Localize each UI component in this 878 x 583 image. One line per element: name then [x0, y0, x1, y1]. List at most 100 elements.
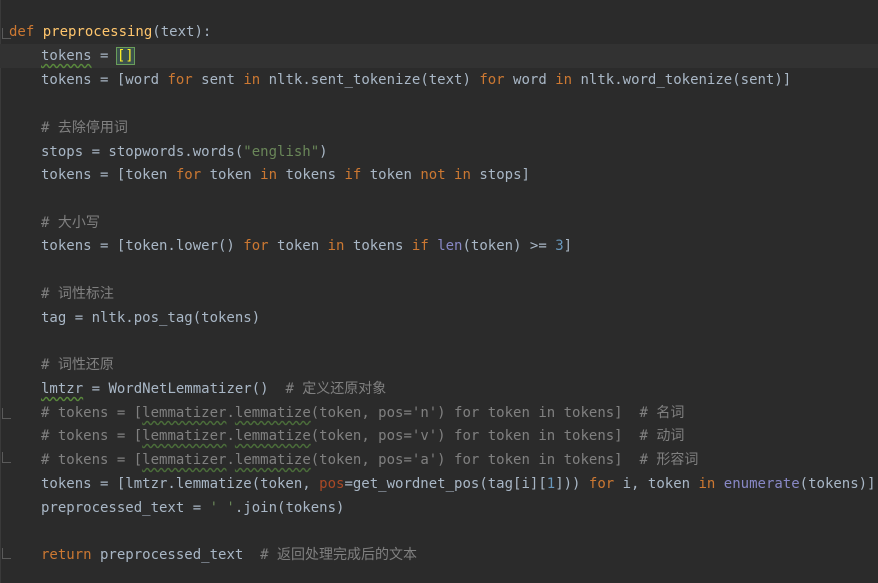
code-token: lemmatizer — [142, 428, 227, 444]
code-token: ' ' — [209, 500, 235, 516]
code-token: for — [479, 72, 505, 88]
code-token: token — [361, 167, 421, 183]
code-line[interactable]: # 词性还原 — [0, 353, 878, 377]
code-token: lemmatize — [234, 428, 311, 444]
code-token: word — [504, 72, 556, 88]
code-token: (token, pos='v') for token in tokens] # … — [310, 428, 685, 444]
code-token: lemmatizer — [142, 452, 227, 468]
code-token: stops = stopwords.words( — [41, 144, 244, 160]
code-token: i, token — [614, 476, 699, 492]
code-token: token — [201, 167, 261, 183]
code-line[interactable]: # tokens = [lemmatizer.lemmatize(token, … — [0, 401, 878, 425]
code-token: preprocessed_text — [91, 547, 261, 563]
code-line[interactable]: # 去除停用词 — [0, 116, 878, 140]
code-token: (token) >= — [462, 238, 556, 254]
code-line[interactable]: def preprocessing(text): — [0, 20, 878, 44]
code-editor[interactable]: def preprocessing(text): tokens = [] token… — [0, 0, 878, 583]
fold-marker-icon[interactable] — [2, 548, 11, 559]
code-token: # tokens = [ — [41, 428, 143, 444]
code-token: for — [175, 167, 202, 183]
code-token: tokens — [277, 167, 345, 183]
code-line[interactable] — [0, 330, 878, 354]
code-line[interactable]: stops = stopwords.words("english") — [0, 140, 878, 164]
code-line[interactable] — [0, 187, 878, 211]
code-line[interactable]: # 大小写 — [0, 211, 878, 235]
code-token: "english" — [243, 144, 320, 160]
fold-marker-icon[interactable] — [2, 408, 11, 419]
code-token: ] — [563, 238, 573, 254]
code-line[interactable]: tokens = [token for token in tokens if t… — [0, 163, 878, 187]
code-token: ) — [319, 144, 328, 160]
code-token: # 去除停用词 — [41, 120, 128, 136]
code-token: in — [555, 72, 573, 88]
code-token: preprocessed_text = — [41, 500, 210, 516]
code-token: nltk.word_tokenize(sent)] — [572, 72, 792, 88]
code-token: =get_wordnet_pos(tag[i][ — [344, 476, 547, 492]
code-token: tokens — [41, 48, 92, 64]
code-token: # 词性标注 — [41, 286, 114, 302]
code-token: sent — [192, 72, 244, 88]
code-token: tokens = [lmtzr.lemmatize(token, — [41, 476, 320, 492]
code-token: lemmatize — [234, 452, 311, 468]
code-token: # tokens = [ — [41, 405, 143, 421]
code-token: = — [91, 48, 117, 64]
code-token: tokens = [token.lower() — [41, 238, 244, 254]
code-token: tokens — [344, 238, 412, 254]
code-token: tokens = [word — [41, 72, 168, 88]
fold-marker-icon[interactable] — [2, 28, 11, 39]
code-token: def — [9, 24, 43, 40]
code-token: in — [260, 167, 278, 183]
code-token: # 定义还原对象 — [285, 381, 387, 397]
code-token: stops] — [470, 167, 530, 183]
code-line[interactable]: # tokens = [lemmatizer.lemmatize(token, … — [0, 424, 878, 448]
code-token: enumerate — [723, 476, 800, 492]
code-token: in — [243, 72, 261, 88]
code-line[interactable]: lmtzr = WordNetLemmatizer() # 定义还原对象 — [0, 377, 878, 401]
code-token: for — [167, 72, 193, 88]
code-token: for — [243, 238, 269, 254]
code-token: # 词性还原 — [41, 357, 114, 373]
code-line[interactable]: tokens = [] — [0, 44, 878, 68]
code-line[interactable]: return preprocessed_text # 返回处理完成后的文本 — [0, 543, 878, 567]
code-token: len — [437, 238, 463, 254]
code-token: tag = nltk.pos_tag(tokens) — [41, 310, 261, 326]
code-line[interactable]: tag = nltk.pos_tag(tokens) — [0, 306, 878, 330]
code-token: token — [268, 238, 328, 254]
code-token: = WordNetLemmatizer() — [83, 381, 286, 397]
code-token: tokens = [token — [41, 167, 176, 183]
code-line[interactable]: # 词性标注 — [0, 282, 878, 306]
code-token: [] — [115, 47, 135, 65]
code-token: 1 — [546, 476, 556, 492]
code-token: (text): — [152, 24, 212, 40]
fold-marker-icon[interactable] — [2, 452, 11, 463]
code-line[interactable]: preprocessed_text = ' '.join(tokens) — [0, 496, 878, 520]
code-token: . — [226, 428, 235, 444]
code-token: . — [226, 452, 235, 468]
code-token: (token, pos='a') for token in tokens] # … — [310, 452, 699, 468]
code-token: lemmatize — [234, 405, 311, 421]
code-token: # 返回处理完成后的文本 — [260, 547, 418, 563]
code-token: .join(tokens) — [234, 500, 345, 516]
code-token: (token, pos='n') for token in tokens] # … — [310, 405, 685, 421]
code-token: in — [698, 476, 716, 492]
code-token: if — [344, 167, 362, 183]
code-line[interactable]: # tokens = [lemmatizer.lemmatize(token, … — [0, 448, 878, 472]
code-token: . — [226, 405, 235, 421]
code-token: 3 — [555, 238, 564, 254]
code-line[interactable]: tokens = [token.lower() for token in tok… — [0, 234, 878, 258]
code-line[interactable] — [0, 92, 878, 116]
code-token: pos — [319, 476, 345, 492]
code-token: in — [327, 238, 345, 254]
code-token: not in — [420, 167, 471, 183]
code-token: for — [588, 476, 615, 492]
code-token: nltk.sent_tokenize(text) — [260, 72, 480, 88]
code-token: if — [411, 238, 429, 254]
code-token: # 大小写 — [41, 215, 100, 231]
code-line[interactable]: tokens = [lmtzr.lemmatize(token, pos=get… — [0, 472, 878, 496]
code-token: lemmatizer — [142, 405, 227, 421]
code-line[interactable] — [0, 258, 878, 282]
code-line[interactable] — [0, 520, 878, 544]
code-line[interactable]: tokens = [word for sent in nltk.sent_tok… — [0, 68, 878, 92]
